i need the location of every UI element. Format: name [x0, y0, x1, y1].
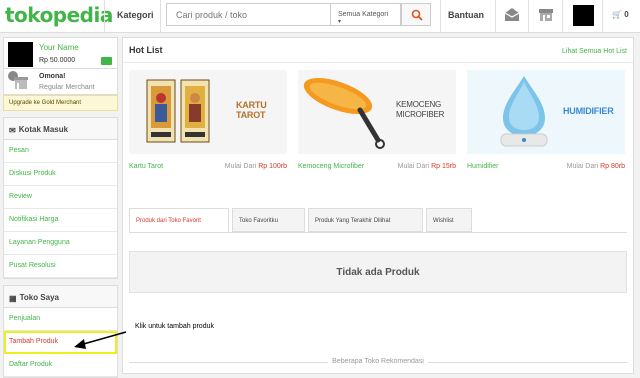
shop-icon: ▦: [9, 294, 17, 303]
user-profile-card: Your Name Rp 50.0000: [3, 37, 118, 69]
search-input[interactable]: [166, 3, 330, 26]
tab-toko-favoritku[interactable]: Toko Favoritku: [232, 208, 305, 232]
inbox-menu: ✉ Kotak Masuk Pesan Diskusi Produk Review…: [3, 117, 118, 279]
product-price: Mulai Dari Rp 80rb: [567, 163, 625, 170]
divider: [602, 0, 603, 33]
user-name[interactable]: Your Name: [39, 43, 79, 52]
shop-icon[interactable]: [537, 6, 555, 24]
price-value: Rp 80rb: [600, 163, 625, 170]
divider: [104, 0, 105, 33]
see-all-hotlist-link[interactable]: Lihat Semua Hot List: [562, 48, 627, 55]
price-value: Rp 15rb: [431, 163, 456, 170]
product-name[interactable]: Humidifier: [467, 163, 499, 170]
product-price: Mulai Dari Rp 100rb: [225, 163, 287, 170]
divider: [129, 232, 627, 233]
product-caption: Humidifier Mulai Dari Rp 80rb: [467, 163, 625, 170]
price-value: Rp 100rb: [258, 163, 287, 170]
banner-text: KEMOCENG MICROFIBER: [396, 100, 445, 119]
hotlist-banner-humidifier[interactable]: HUMIDIFIER: [467, 70, 625, 154]
divider: [160, 0, 161, 33]
divider: [495, 0, 496, 33]
tab-produk-toko-favorit[interactable]: Produk dari Toko Favorit: [129, 208, 229, 232]
banner-text: HUMIDIFIER: [563, 106, 614, 116]
sidebar-item-layanan-pengguna[interactable]: Layanan Pengguna: [4, 232, 117, 255]
divider: [123, 62, 633, 63]
product-name[interactable]: Kemoceng Microfiber: [298, 163, 364, 170]
category-select-label: Semua Kategori: [338, 11, 389, 18]
humidifier-image: [500, 76, 548, 147]
product-caption: Kartu Tarot Mulai Dari Rp 100rb: [129, 163, 287, 170]
feather-duster-image: [303, 77, 385, 149]
message-icon[interactable]: [503, 6, 521, 24]
search-icon: [411, 9, 423, 21]
tab-produk-terakhir-dilihat[interactable]: Produk Yang Terakhir Dilihat: [308, 208, 423, 232]
hotlist-banner-kemoceng[interactable]: KEMOCENG MICROFIBER: [298, 70, 456, 154]
sidebar-item-diskusi-produk[interactable]: Diskusi Produk: [4, 163, 117, 186]
tab-wishlist[interactable]: Wishlist: [426, 208, 472, 232]
chevron-down-icon: ▾: [338, 19, 342, 25]
hot-list-title: Hot List: [129, 45, 163, 55]
sidebar-item-pusat-resolusi[interactable]: Pusat Resolusi: [4, 255, 117, 278]
myshop-title: Toko Saya: [19, 293, 59, 302]
recommendation-title: Beberapa Toko Rekomendasi: [328, 358, 428, 365]
shop-icon: [14, 77, 28, 89]
arrow-icon: [74, 331, 127, 349]
divider: [528, 0, 529, 33]
bantuan-link[interactable]: Bantuan: [448, 10, 484, 20]
kategori-menu[interactable]: Kategori: [117, 10, 154, 20]
product-name[interactable]: Kartu Tarot: [129, 163, 163, 170]
upgrade-gold-link[interactable]: Upgrade ke Gold Merchant: [3, 95, 118, 111]
myshop-header: ▦ Toko Saya: [4, 286, 117, 308]
recommendation-divider: Beberapa Toko Rekomendasi: [129, 358, 627, 368]
sidebar: Your Name Rp 50.0000 Omona! Regular Merc…: [3, 37, 118, 378]
price-prefix: Mulai Dari: [566, 163, 599, 170]
cart-button[interactable]: 🛒 0: [612, 10, 629, 19]
annotation-text: Klik untuk tambah produk: [135, 323, 214, 330]
envelope-icon: ✉: [9, 126, 16, 135]
shop-type: Regular Merchant: [39, 84, 95, 91]
user-balance: Rp 50.0000: [39, 57, 76, 64]
sidebar-item-penjualan[interactable]: Penjualan: [4, 308, 117, 331]
avatar[interactable]: [573, 5, 594, 26]
empty-state: Tidak ada Produk: [129, 251, 627, 293]
price-prefix: Mulai Dari: [224, 163, 257, 170]
avatar[interactable]: [8, 42, 33, 67]
inbox-title: Kotak Masuk: [18, 125, 69, 134]
top-navbar: tokopedia Kategori Semua Kategori ▾ Bant…: [0, 0, 640, 33]
divider: [562, 0, 563, 33]
product-price: Mulai Dari Rp 15rb: [398, 163, 456, 170]
cart-icon: 🛒: [612, 10, 622, 19]
banner-text: KARTU TAROT: [236, 100, 267, 120]
category-select[interactable]: Semua Kategori ▾: [330, 3, 401, 26]
sidebar-item-notifikasi-harga[interactable]: Notifikasi Harga: [4, 209, 117, 232]
sidebar-item-review[interactable]: Review: [4, 186, 117, 209]
wallet-icon: [101, 57, 112, 65]
tarot-cards-image: [146, 79, 210, 143]
product-caption: Kemoceng Microfiber Mulai Dari Rp 15rb: [298, 163, 456, 170]
inbox-header: ✉ Kotak Masuk: [4, 118, 117, 140]
search-button[interactable]: [401, 3, 431, 26]
recommendation-title-wrap: Beberapa Toko Rekomendasi: [129, 358, 627, 365]
sidebar-item-pesan[interactable]: Pesan: [4, 140, 117, 163]
shop-name[interactable]: Omona!: [39, 73, 65, 80]
price-prefix: Mulai Dari: [397, 163, 430, 170]
shop-card: Omona! Regular Merchant: [3, 69, 118, 95]
hotlist-banner-tarot[interactable]: KARTU TAROT: [129, 70, 287, 154]
cart-count: 0: [624, 10, 629, 19]
tokopedia-logo[interactable]: tokopedia: [5, 3, 113, 27]
divider: [440, 0, 441, 33]
